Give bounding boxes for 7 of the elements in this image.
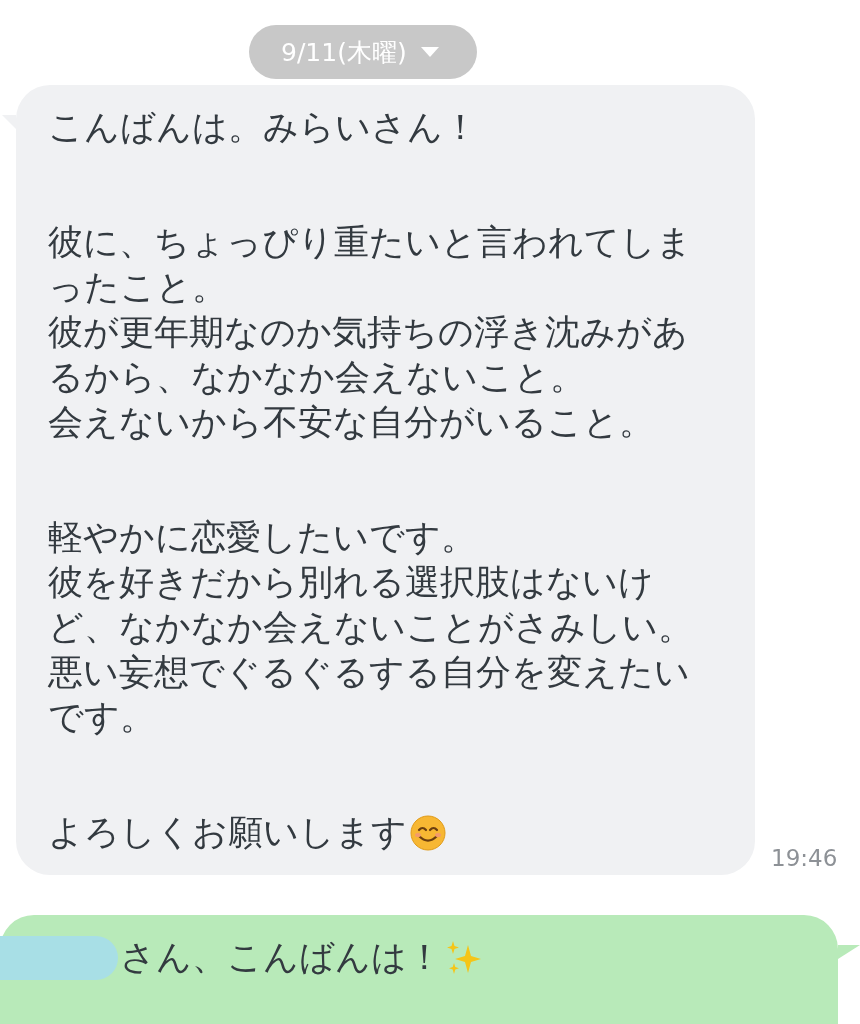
message-text: 軽やかに恋愛したいです。 彼を好きだから別れる選択肢はないけ ど、なかなか会えないことがさみしい。 悪い妄想でぐるぐるする自分を変えたい です。 bbox=[48, 516, 693, 739]
message-text: さん、こんばんは！ bbox=[120, 936, 442, 979]
message-text: 彼に、ちょっぴり重たいと言われてしま ったこと。 彼が更年期なのか気持ちの浮き沈みがあ るから、なかなか会えないこと。 会えないから不安な自分がいること。 bbox=[48, 221, 692, 444]
message-text: よろしくお願いします bbox=[48, 811, 407, 854]
message-time: 19:46 bbox=[771, 845, 838, 871]
message-text: こんばんは。みらいさん！ bbox=[48, 106, 478, 149]
smiling-face-icon bbox=[409, 813, 447, 852]
